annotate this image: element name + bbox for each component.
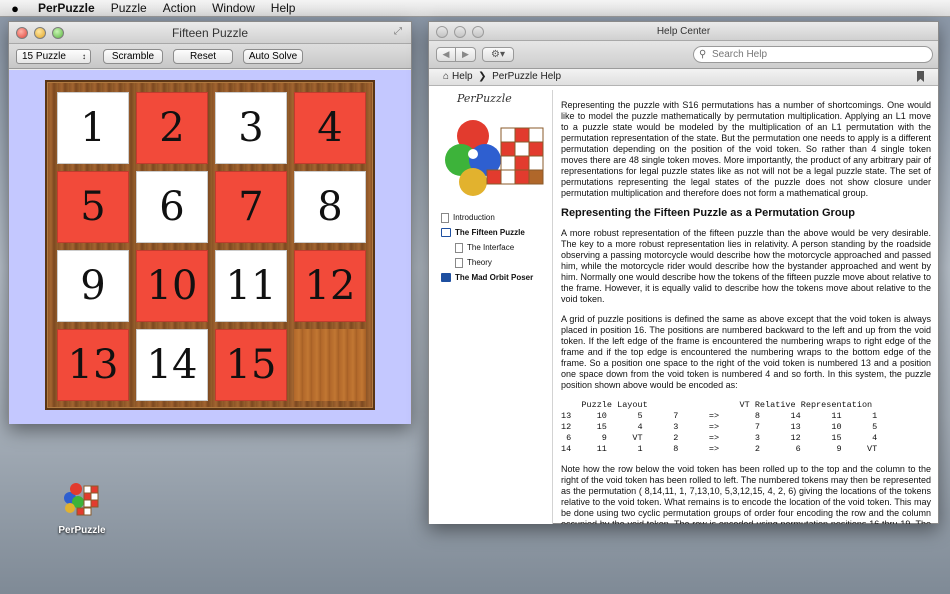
help-titlebar[interactable]: Help Center	[429, 22, 938, 41]
page-icon	[441, 212, 449, 223]
layout-table: Puzzle Layout VT Relative Representation…	[561, 400, 931, 455]
tile-grid: 1 2 3 4 5 6 7 8 9 10 11 12 13 14 15	[57, 92, 367, 402]
article-paragraph: A more robust representation of the fift…	[561, 228, 931, 304]
open-book-icon	[441, 228, 451, 237]
book-icon	[441, 273, 451, 282]
search-placeholder: Search Help	[712, 49, 768, 60]
window-title: Help Center	[656, 26, 711, 37]
puzzle-tile[interactable]: 6	[136, 171, 208, 243]
puzzle-tile[interactable]: 12	[294, 250, 366, 322]
close-window-button[interactable]	[436, 26, 448, 38]
puzzle-board: 1 2 3 4 5 6 7 8 9 10 11 12 13 14 15	[45, 80, 375, 410]
forward-button[interactable]: ▶	[456, 47, 476, 62]
breadcrumb: ⌂ Help ❯ PerPuzzle Help	[429, 69, 938, 86]
puzzle-tile[interactable]: 3	[215, 92, 287, 164]
menu-puzzle[interactable]: Puzzle	[103, 1, 155, 15]
zoom-window-button[interactable]	[52, 27, 64, 39]
puzzle-tile[interactable]: 14	[136, 329, 208, 401]
search-icon: ⚲	[699, 49, 707, 60]
breadcrumb-current[interactable]: PerPuzzle Help	[492, 71, 561, 82]
back-button[interactable]: ◀	[436, 47, 456, 62]
action-menu-button[interactable]: ⚙▾	[482, 47, 514, 62]
breadcrumb-root[interactable]: Help	[452, 71, 473, 82]
puzzle-tile[interactable]: 7	[215, 171, 287, 243]
home-icon[interactable]: ⌂	[443, 71, 449, 82]
toc-item-label: The Mad Orbit Poser	[455, 272, 534, 282]
puzzle-tile[interactable]: 4	[294, 92, 366, 164]
article-paragraph: A grid of puzzle positions is defined th…	[561, 314, 931, 390]
puzzle-tile[interactable]: 8	[294, 171, 366, 243]
puzzle-tile[interactable]: 13	[57, 329, 129, 401]
search-input[interactable]: ⚲ Search Help	[693, 46, 933, 63]
toc-item-label: The Fifteen Puzzle	[455, 227, 525, 237]
toc-item-label: The Interface	[467, 242, 515, 252]
fullscreen-icon[interactable]: ⤢	[392, 26, 404, 38]
toc-item-label: Theory	[467, 257, 492, 267]
minimize-window-button[interactable]	[34, 27, 46, 39]
puzzle-type-value: 15 Puzzle	[22, 50, 66, 62]
toc-item[interactable]: The Mad Orbit Poser	[441, 270, 533, 285]
menu-window[interactable]: Window	[204, 1, 263, 15]
page-icon	[455, 257, 463, 268]
bookmark-icon[interactable]	[917, 71, 924, 82]
menu-perpuzzle[interactable]: PerPuzzle	[30, 1, 103, 15]
close-window-button[interactable]	[16, 27, 28, 39]
layout-table-row: 14 11 1 8 => 2 6 9 VT	[561, 444, 878, 454]
help-window: Help Center ◀ ▶ ⚙▾ ⚲ Search Help ⌂ Help ❯…	[428, 21, 939, 524]
gear-icon: ⚙▾	[491, 49, 505, 60]
toc-item[interactable]: The Interface	[441, 240, 533, 255]
puzzle-titlebar[interactable]: Fifteen Puzzle ⤢	[9, 22, 411, 44]
forward-arrow-icon: ▶	[462, 49, 469, 59]
toc-item[interactable]: Introduction	[441, 210, 533, 225]
layout-table-row: 6 9 VT 2 => 3 12 15 4	[561, 433, 878, 443]
article-paragraph: Note how the row below the void token ha…	[561, 464, 931, 524]
layout-table-row: 13 10 5 7 => 8 14 11 1	[561, 411, 878, 421]
select-arrows-icon: ↕	[82, 51, 86, 61]
apple-menu-icon[interactable]: ●	[0, 1, 30, 16]
puzzle-tile[interactable]: 1	[57, 92, 129, 164]
puzzle-toolbar: 15 Puzzle ↕ Scramble Reset Auto Solve	[9, 44, 411, 69]
void-tile[interactable]	[294, 329, 366, 401]
article-heading: Representing the Fifteen Puzzle as a Per…	[561, 207, 855, 219]
puzzle-window: Fifteen Puzzle ⤢ 15 Puzzle ↕ Scramble Re…	[8, 21, 412, 424]
puzzle-tile[interactable]: 2	[136, 92, 208, 164]
zoom-window-button[interactable]	[472, 26, 484, 38]
back-arrow-icon: ◀	[442, 49, 450, 59]
puzzle-tile[interactable]: 5	[57, 171, 129, 243]
puzzle-tile[interactable]: 11	[215, 250, 287, 322]
puzzle-type-select[interactable]: 15 Puzzle ↕	[16, 48, 91, 64]
toc-item[interactable]: The Fifteen Puzzle	[441, 225, 533, 240]
layout-table-row: Puzzle Layout VT Relative Representation	[561, 400, 873, 410]
help-body: PerPuzzle Introduction The Fifteen Puzzle…	[429, 90, 938, 524]
menu-action[interactable]: Action	[155, 1, 204, 15]
help-toolbar: ◀ ▶ ⚙▾ ⚲ Search Help	[429, 41, 938, 69]
menu-help[interactable]: Help	[263, 1, 304, 15]
reset-button[interactable]: Reset	[173, 48, 233, 64]
perpuzzle-logo-icon	[64, 483, 99, 516]
desktop-app-icon[interactable]: PerPuzzle	[52, 478, 112, 536]
article-paragraph: Representing the puzzle with S16 permuta…	[561, 100, 931, 198]
toc-item[interactable]: Theory	[441, 255, 533, 270]
puzzle-area: 1 2 3 4 5 6 7 8 9 10 11 12 13 14 15	[9, 70, 411, 424]
menu-bar: ● PerPuzzle Puzzle Action Window Help	[0, 0, 950, 17]
minimize-window-button[interactable]	[454, 26, 466, 38]
help-article: Representing the puzzle with S16 permuta…	[561, 90, 931, 524]
puzzle-tile[interactable]: 9	[57, 250, 129, 322]
scramble-button[interactable]: Scramble	[103, 48, 163, 64]
auto-solve-button[interactable]: Auto Solve	[243, 48, 303, 64]
table-of-contents: Introduction The Fifteen Puzzle The Interf…	[441, 210, 533, 285]
layout-table-row: 12 15 4 3 => 7 13 10 5	[561, 422, 878, 432]
page-icon	[455, 242, 463, 253]
help-sidebar: PerPuzzle Introduction The Fifteen Puzzle…	[429, 90, 553, 524]
breadcrumb-separator: ❯	[475, 71, 490, 82]
toc-item-label: Introduction	[453, 212, 495, 222]
window-title: Fifteen Puzzle	[171, 26, 249, 40]
puzzle-tile[interactable]: 10	[136, 250, 208, 322]
logo-title: PerPuzzle	[457, 92, 512, 105]
desktop-icon-label: PerPuzzle	[58, 525, 106, 536]
perpuzzle-logo-icon	[445, 120, 544, 196]
truncated-line	[561, 90, 931, 96]
puzzle-tile[interactable]: 15	[215, 329, 287, 401]
